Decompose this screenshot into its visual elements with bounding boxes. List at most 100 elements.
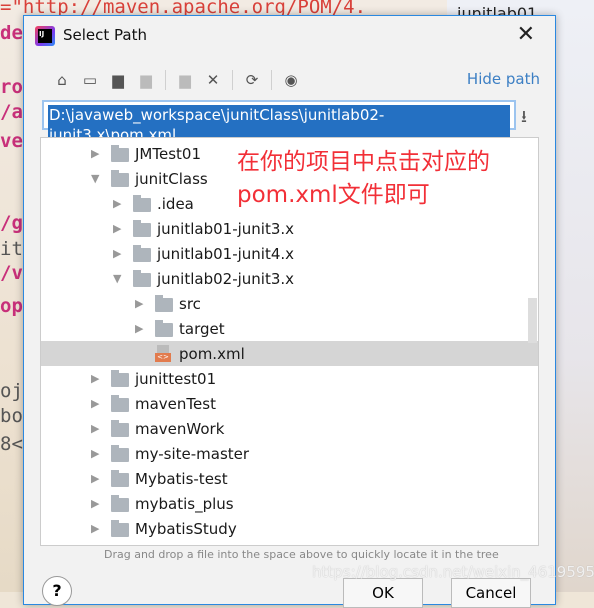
tree-row[interactable]: ▶ junittest01	[41, 366, 538, 391]
home-icon[interactable]: ⌂	[50, 68, 74, 92]
collapse-arrow-icon[interactable]: ▶	[91, 397, 99, 410]
tree-row-label: junitClass	[135, 169, 208, 188]
help-button[interactable]: ?	[42, 576, 72, 606]
code-line: 8<	[0, 433, 23, 455]
tree-row-label: junitlab01-junit4.x	[157, 244, 295, 263]
code-line: bo	[0, 405, 23, 427]
annotation-line: pom.xml文件即可	[237, 182, 430, 208]
tree-row-label: pom.xml	[179, 344, 245, 363]
code-line: /a	[0, 101, 23, 123]
folder-icon	[133, 270, 151, 287]
code-line: /g	[0, 212, 23, 234]
folder-icon	[133, 195, 151, 212]
tree-row-label: mybatis_plus	[135, 494, 234, 513]
tree-row[interactable]: ▼ junitlab02-junit3.x	[41, 266, 538, 291]
new-folder-icon[interactable]: ▆	[173, 68, 197, 92]
tree-row[interactable]: ▶ MybatisStudy	[41, 516, 538, 541]
folder-icon	[111, 495, 129, 512]
collapse-arrow-icon[interactable]: ▶	[91, 372, 99, 385]
title-bar: IJ Select Path ✕	[24, 16, 555, 56]
collapse-arrow-icon[interactable]: ▶	[135, 297, 143, 310]
folder-icon	[155, 320, 173, 337]
collapse-arrow-icon[interactable]: ▶	[113, 222, 121, 235]
folder-icon	[111, 395, 129, 412]
annotation-text: 在你的项目中点击对应的 pom.xml文件即可	[237, 146, 490, 212]
code-line: ve	[0, 130, 23, 152]
select-path-dialog: IJ Select Path ✕ ⌂ ▭ ▆ ▆ ▆ ✕ ⟳ ◉ Hide path D:\j…	[23, 15, 556, 608]
expand-arrow-icon[interactable]: ▼	[91, 172, 99, 185]
folder-icon	[133, 245, 151, 262]
module-folder-icon[interactable]: ▆	[134, 68, 158, 92]
tree-row-label: my-site-master	[135, 444, 250, 463]
toolbar: ⌂ ▭ ▆ ▆ ▆ ✕ ⟳ ◉	[50, 68, 303, 92]
tree-row-label: src	[179, 294, 201, 313]
intellij-logo-icon: IJ	[35, 26, 55, 46]
drag-drop-hint: Drag and drop a file into the space abov…	[104, 548, 499, 561]
folder-icon	[111, 470, 129, 487]
tree-row-label: mavenTest	[135, 394, 216, 413]
folder-icon	[111, 445, 129, 462]
code-line: ro	[0, 76, 23, 98]
tree-row-label: junitlab01-junit3.x	[157, 219, 295, 238]
code-line: /v	[0, 262, 23, 284]
tree-row[interactable]: <> pom.xml	[41, 341, 538, 366]
tree-row[interactable]: ▶ my-site-master	[41, 441, 538, 466]
folder-icon	[111, 145, 129, 162]
collapse-arrow-icon[interactable]: ▶	[91, 147, 99, 160]
collapse-arrow-icon[interactable]: ▶	[91, 472, 99, 485]
collapse-arrow-icon[interactable]: ▶	[91, 422, 99, 435]
tree-row[interactable]: ▶ junitlab01-junit4.x	[41, 241, 538, 266]
tree-row[interactable]: ▶ mavenTest	[41, 391, 538, 416]
folder-icon	[111, 170, 129, 187]
tree-row-label: junittest01	[135, 369, 217, 388]
toolbar-separator	[165, 70, 166, 90]
download-icon[interactable]: ⭳	[521, 104, 527, 133]
code-line: oj	[0, 380, 23, 402]
desktop-icon[interactable]: ▭	[78, 68, 102, 92]
xml-file-icon: <>	[155, 345, 171, 362]
tree-row[interactable]: ▶ target	[41, 316, 538, 341]
annotation-line: 在你的项目中点击对应的	[237, 149, 490, 175]
tree-row[interactable]: ▶ Mybatis-test	[41, 466, 538, 491]
dialog-title: Select Path	[63, 26, 147, 44]
collapse-arrow-icon[interactable]: ▶	[113, 197, 121, 210]
hide-path-link[interactable]: Hide path	[467, 70, 540, 88]
toolbar-separator	[232, 70, 233, 90]
tree-row-label: Mybatis-test	[135, 469, 228, 488]
expand-arrow-icon[interactable]: ▼	[113, 272, 121, 285]
code-line: de	[0, 22, 23, 44]
tree-row[interactable]: ▶ junitlab01-junit3.x	[41, 216, 538, 241]
folder-icon	[111, 520, 129, 537]
folder-icon	[155, 295, 173, 312]
show-hidden-icon[interactable]: ◉	[279, 68, 303, 92]
ok-button[interactable]: OK	[343, 578, 423, 608]
code-line: it	[0, 238, 23, 260]
refresh-icon[interactable]: ⟳	[240, 68, 264, 92]
tree-row-label: .idea	[157, 194, 194, 213]
tree-row-label: target	[179, 319, 225, 338]
delete-icon[interactable]: ✕	[201, 68, 225, 92]
collapse-arrow-icon[interactable]: ▶	[135, 322, 143, 335]
tree-row-label: JMTest01	[135, 144, 201, 163]
close-icon[interactable]: ✕	[517, 22, 535, 47]
tree-row[interactable]: ▶ mybatis_plus	[41, 491, 538, 516]
folder-icon	[111, 370, 129, 387]
project-folder-icon[interactable]: ▆	[106, 68, 130, 92]
watermark: https://blog.csdn.net/weixin_46195957	[312, 563, 594, 581]
tree-row-label: mavenWork	[135, 419, 225, 438]
collapse-arrow-icon[interactable]: ▶	[113, 247, 121, 260]
file-tree: ▶ MybatisStudy ▶ mybatis_plus ▶ Mybatis-test ▶…	[40, 137, 539, 546]
tree-row-label: MybatisStudy	[135, 519, 237, 538]
collapse-arrow-icon[interactable]: ▶	[91, 497, 99, 510]
collapse-arrow-icon[interactable]: ▶	[91, 447, 99, 460]
path-input[interactable]: D:\javaweb_workspace\junitClass\junitlab…	[42, 100, 516, 145]
folder-icon	[133, 220, 151, 237]
code-line: op	[0, 295, 23, 317]
tree-row-label: junitlab02-junit3.x	[157, 269, 295, 288]
scrollbar[interactable]	[528, 298, 537, 343]
folder-icon	[111, 420, 129, 437]
tree-row[interactable]: ▶ mavenWork	[41, 416, 538, 441]
cancel-button[interactable]: Cancel	[451, 578, 531, 608]
tree-row[interactable]: ▶ src	[41, 291, 538, 316]
collapse-arrow-icon[interactable]: ▶	[91, 522, 99, 535]
